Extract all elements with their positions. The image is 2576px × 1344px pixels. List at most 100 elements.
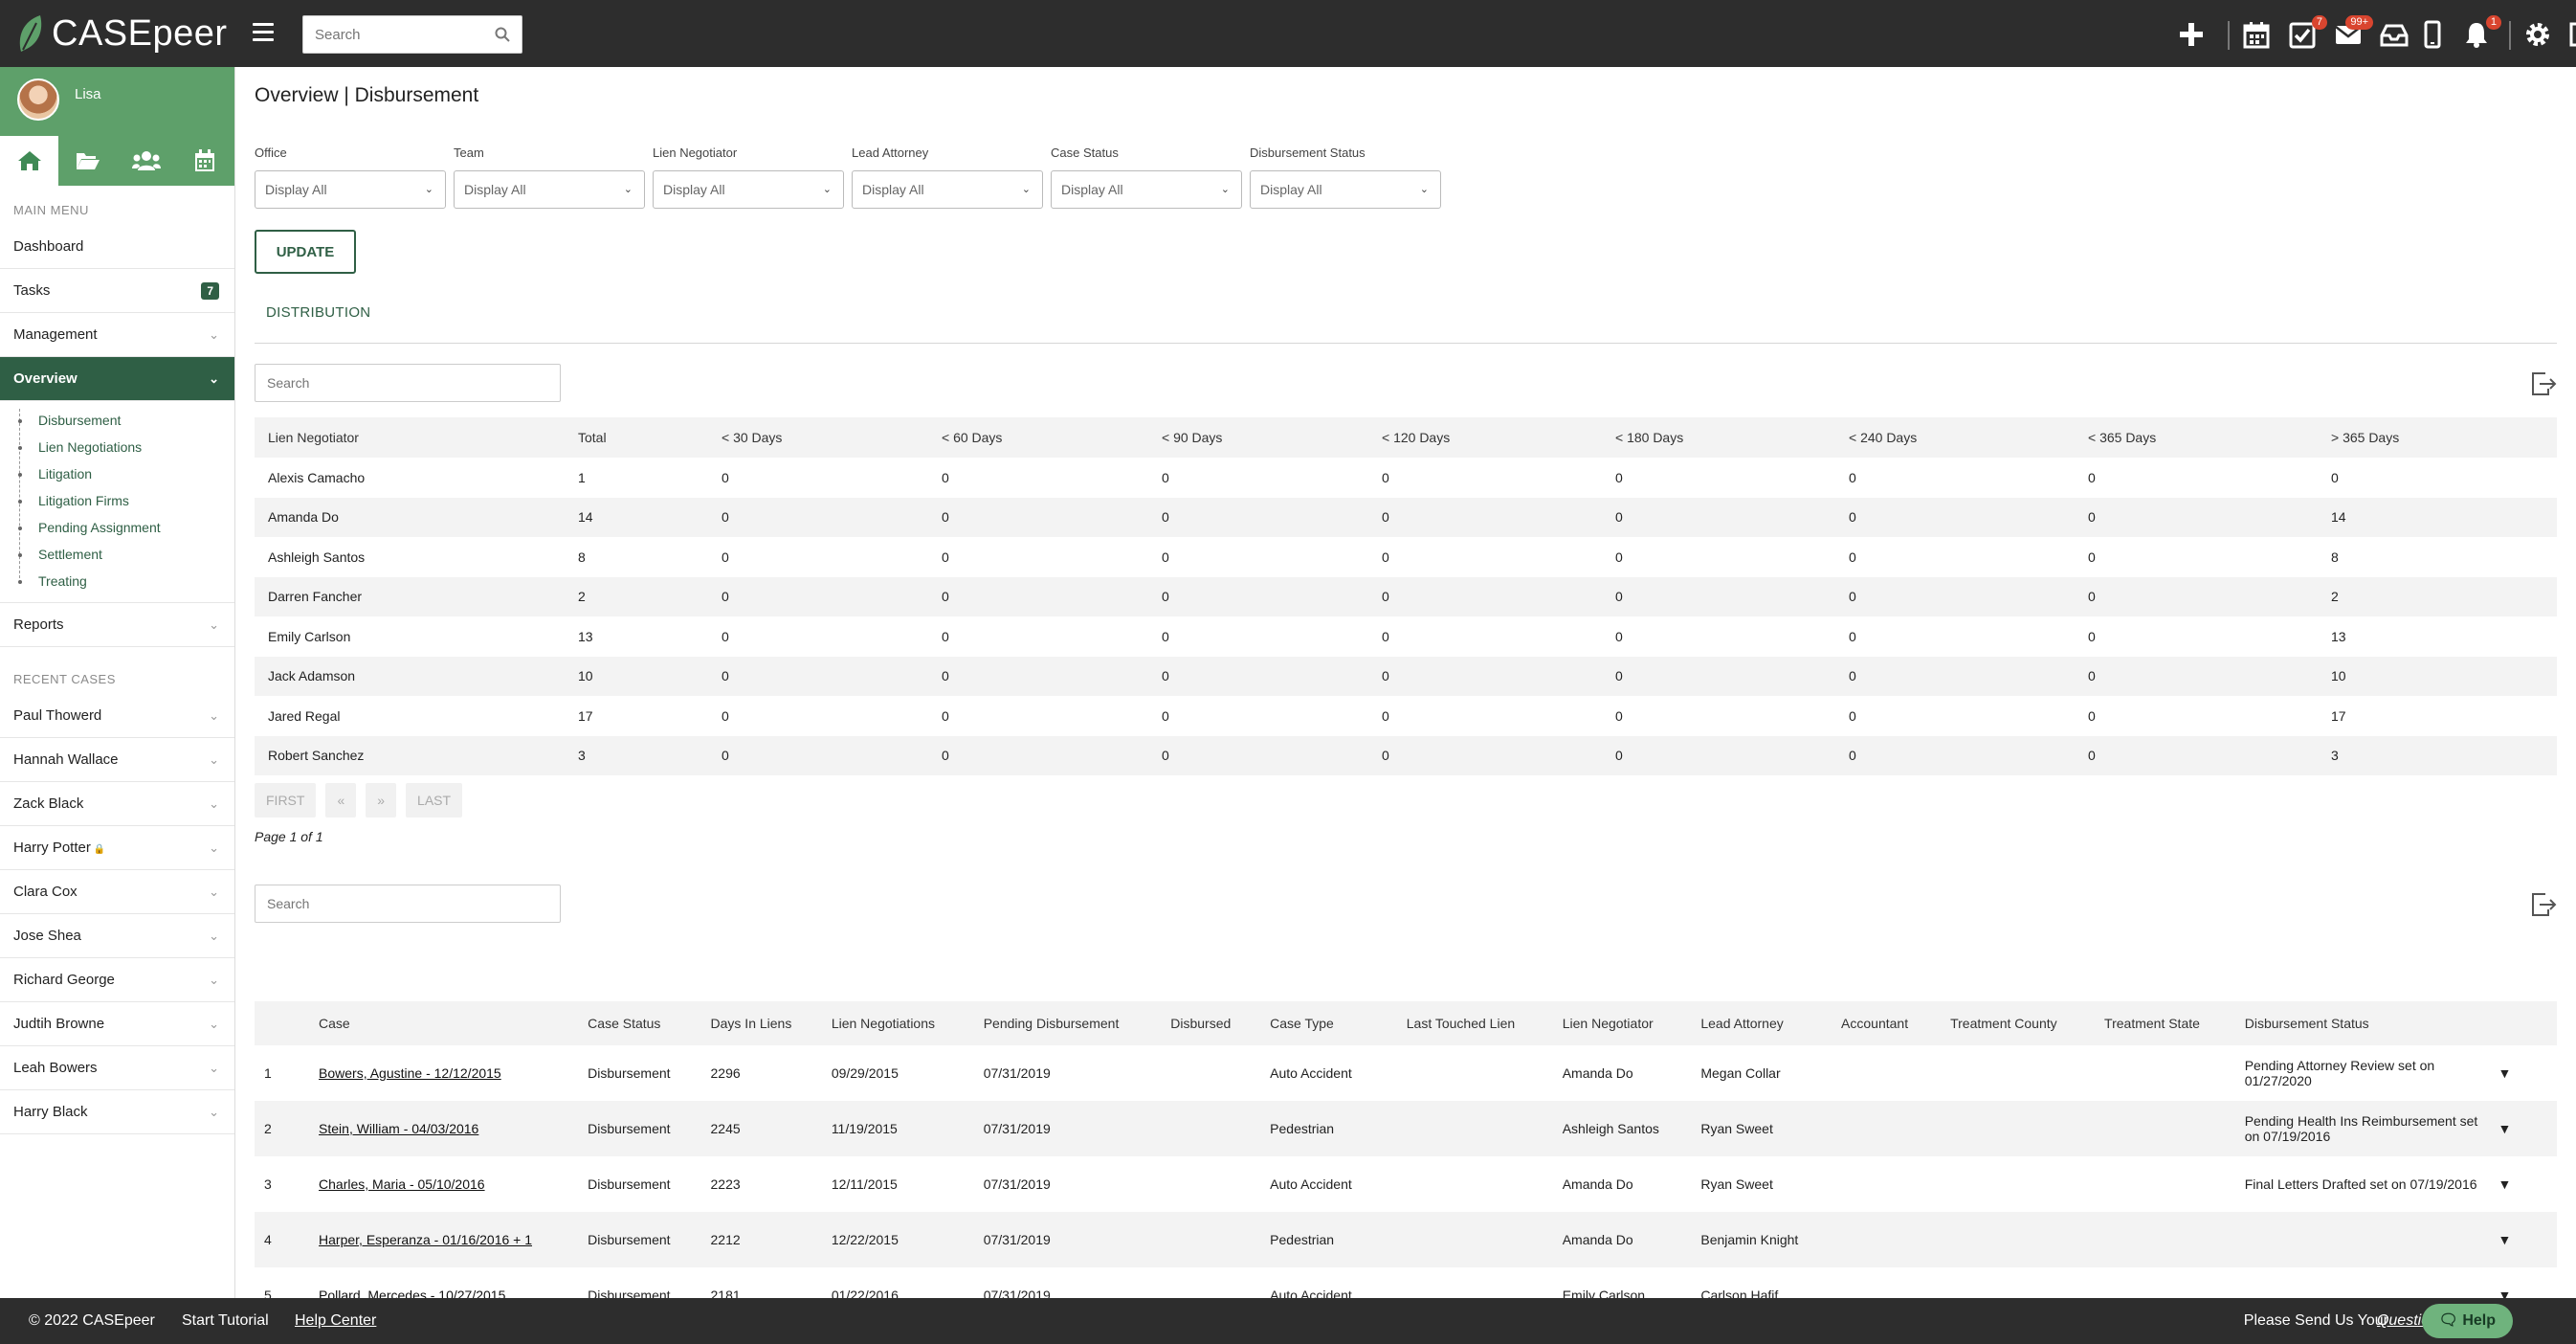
recent-case-item[interactable]: Harry Black ⌄ bbox=[0, 1090, 234, 1134]
column-header[interactable]: < 180 Days bbox=[1602, 417, 1835, 458]
sidebar-item-dashboard[interactable]: Dashboard bbox=[0, 225, 234, 269]
recent-case-item[interactable]: Jose Shea ⌄ bbox=[0, 914, 234, 958]
expand-row-caret-icon[interactable]: ▼ bbox=[2489, 1045, 2557, 1101]
column-header[interactable]: Treatment County bbox=[1941, 1001, 2096, 1045]
recent-case-item[interactable]: Clara Cox ⌄ bbox=[0, 870, 234, 914]
column-header[interactable]: Total bbox=[565, 417, 708, 458]
column-header[interactable]: Disbursed bbox=[1161, 1001, 1261, 1045]
filter-select[interactable]: Display All ⌄ bbox=[1250, 170, 1441, 209]
sidebar-item-management[interactable]: Management ⌄ bbox=[0, 313, 234, 357]
column-header[interactable]: Treatment State bbox=[2095, 1001, 2235, 1045]
recent-case-item[interactable]: Zack Black ⌄ bbox=[0, 782, 234, 826]
calendar-icon[interactable] bbox=[2241, 19, 2272, 50]
export-icon[interactable] bbox=[2530, 371, 2557, 396]
add-icon[interactable] bbox=[2176, 19, 2207, 50]
tab-calendar[interactable] bbox=[175, 136, 233, 186]
sidebar-item-label: Management bbox=[13, 326, 98, 343]
filter-select[interactable]: Display All ⌄ bbox=[653, 170, 844, 209]
search-icon[interactable] bbox=[495, 27, 510, 42]
column-header[interactable]: < 90 Days bbox=[1148, 417, 1368, 458]
filter-select[interactable]: Display All ⌄ bbox=[454, 170, 645, 209]
recent-cases-list: Paul Thowerd ⌄ Hannah Wallace ⌄ Zack Black ⌄ H… bbox=[0, 694, 234, 1134]
submenu-settlement[interactable]: Settlement bbox=[18, 541, 234, 568]
sidebar-item-overview[interactable]: Overview ⌄ bbox=[0, 357, 234, 401]
recent-case-item[interactable]: Paul Thowerd ⌄ bbox=[0, 694, 234, 738]
export-icon[interactable] bbox=[2530, 892, 2557, 917]
submenu-lien-negotiations[interactable]: Lien Negotiations bbox=[18, 434, 234, 460]
column-header[interactable]: Last Touched Lien bbox=[1396, 1001, 1553, 1045]
case-link[interactable]: Harper, Esperanza - 01/16/2016 + 1 bbox=[319, 1232, 532, 1247]
column-header[interactable]: < 120 Days bbox=[1368, 417, 1602, 458]
tab-cases[interactable] bbox=[58, 136, 117, 186]
submenu-disbursement[interactable]: Disbursement bbox=[18, 407, 234, 434]
recent-case-item[interactable]: Harry Potter 🔒 ⌄ bbox=[0, 826, 234, 870]
case-link[interactable]: Bowers, Agustine - 12/12/2015 bbox=[319, 1065, 501, 1081]
column-header[interactable]: Lien Negotiations bbox=[821, 1001, 974, 1045]
mobile-icon[interactable] bbox=[2417, 19, 2448, 50]
count-cell: 0 bbox=[1368, 497, 1602, 537]
column-header[interactable]: < 365 Days bbox=[2075, 417, 2318, 458]
expand-row-caret-icon[interactable]: ▼ bbox=[2488, 1212, 2557, 1267]
column-header[interactable]: Pending Disbursement bbox=[973, 1001, 1162, 1045]
recent-case-item[interactable]: Judtih Browne ⌄ bbox=[0, 1002, 234, 1046]
column-header[interactable]: < 30 Days bbox=[708, 417, 928, 458]
column-header[interactable]: Lead Attorney bbox=[1691, 1001, 1832, 1045]
case-link[interactable]: Charles, Maria - 05/10/2016 bbox=[319, 1176, 485, 1192]
recent-case-item[interactable]: Leah Bowers ⌄ bbox=[0, 1046, 234, 1090]
submenu-treating[interactable]: Treating bbox=[18, 568, 234, 594]
update-button[interactable]: UPDATE bbox=[255, 230, 356, 274]
bell-icon[interactable]: 1 bbox=[2461, 15, 2501, 50]
submenu-litigation-firms[interactable]: Litigation Firms bbox=[18, 487, 234, 514]
submenu-pending-assignment[interactable]: Pending Assignment bbox=[18, 514, 234, 541]
recent-case-label: Paul Thowerd bbox=[13, 707, 102, 724]
distribution-search-input[interactable] bbox=[255, 365, 543, 401]
gear-icon[interactable] bbox=[2522, 19, 2553, 50]
column-header[interactable]: Case Type bbox=[1260, 1001, 1397, 1045]
inbox-icon[interactable] bbox=[2379, 19, 2409, 50]
sidebar-item-reports[interactable]: Reports ⌄ bbox=[0, 603, 234, 647]
column-header[interactable]: < 60 Days bbox=[928, 417, 1148, 458]
column-header[interactable]: Case Status bbox=[578, 1001, 701, 1045]
column-header[interactable]: Disbursement Status bbox=[2234, 1001, 2489, 1045]
expand-row-caret-icon[interactable]: ▼ bbox=[2488, 1101, 2557, 1156]
tasks-check-icon[interactable]: 7 bbox=[2287, 15, 2327, 50]
column-header[interactable]: Case bbox=[309, 1001, 579, 1045]
start-tutorial-link[interactable]: Start Tutorial bbox=[182, 1312, 269, 1330]
casepeer-logo[interactable]: CASEpeer bbox=[17, 11, 228, 56]
cases-search-input[interactable] bbox=[255, 885, 543, 922]
count-cell: 0 bbox=[1849, 628, 1856, 644]
first-page-button[interactable]: FIRST bbox=[255, 783, 317, 818]
filter-select[interactable]: Display All ⌄ bbox=[852, 170, 1043, 209]
recent-case-item[interactable]: Richard George ⌄ bbox=[0, 958, 234, 1002]
count-cell: 0 bbox=[1835, 656, 2075, 696]
next-page-button[interactable]: » bbox=[366, 783, 397, 818]
expand-row-caret-icon[interactable]: ▼ bbox=[2489, 1156, 2557, 1212]
help-center-link[interactable]: Help Center bbox=[295, 1312, 376, 1330]
column-header[interactable]: Days In Liens bbox=[700, 1001, 822, 1045]
submenu-litigation[interactable]: Litigation bbox=[18, 460, 234, 487]
filter-team: Team Display All ⌄ bbox=[454, 146, 645, 209]
filter-select[interactable]: Display All ⌄ bbox=[255, 170, 446, 209]
tab-distribution[interactable]: DISTRIBUTION bbox=[266, 304, 370, 321]
tab-home[interactable] bbox=[0, 136, 58, 186]
sidebar-item-tasks[interactable]: Tasks 7 bbox=[0, 269, 234, 313]
help-button[interactable]: 🗨 Help bbox=[2421, 1304, 2513, 1338]
avatar[interactable] bbox=[17, 78, 59, 121]
global-search-input[interactable] bbox=[303, 16, 485, 53]
column-header[interactable]: > 365 Days bbox=[2318, 417, 2557, 458]
column-header[interactable]: Lien Negotiator bbox=[1552, 1001, 1692, 1045]
count-cell: 0 bbox=[2088, 707, 2096, 724]
last-page-button[interactable]: LAST bbox=[406, 783, 463, 818]
messages-icon[interactable]: 99+ bbox=[2333, 15, 2373, 50]
tab-contacts[interactable] bbox=[117, 136, 175, 186]
case-link[interactable]: Stein, William - 04/03/2016 bbox=[319, 1121, 478, 1136]
column-header[interactable]: Lien Negotiator bbox=[255, 417, 565, 458]
logout-icon[interactable] bbox=[2566, 19, 2576, 50]
recent-case-label: Clara Cox bbox=[13, 884, 78, 900]
column-header[interactable]: < 240 Days bbox=[1835, 417, 2075, 458]
column-header[interactable]: Accountant bbox=[1832, 1001, 1942, 1045]
prev-page-button[interactable]: « bbox=[325, 783, 357, 818]
hamburger-menu-icon[interactable] bbox=[253, 23, 274, 42]
recent-case-item[interactable]: Hannah Wallace ⌄ bbox=[0, 738, 234, 782]
filter-select[interactable]: Display All ⌄ bbox=[1051, 170, 1242, 209]
